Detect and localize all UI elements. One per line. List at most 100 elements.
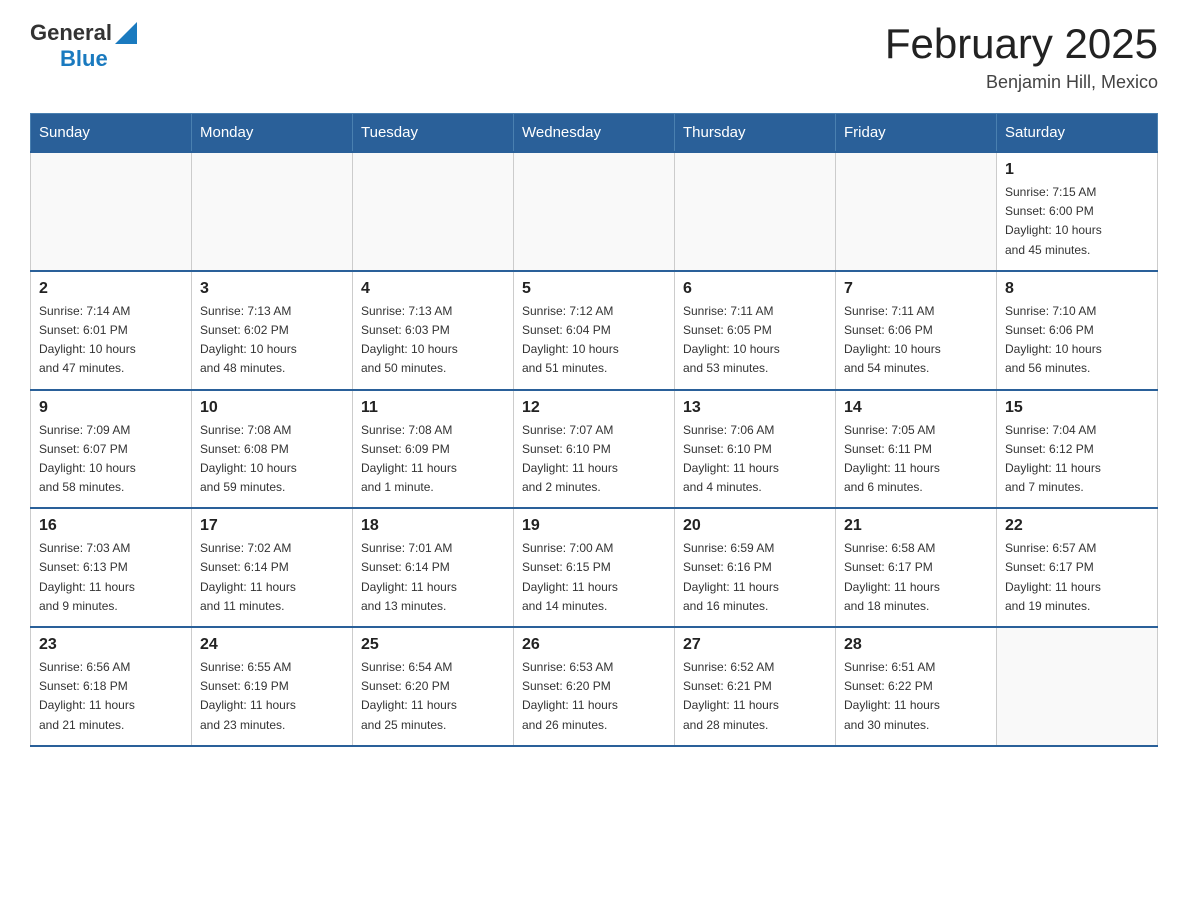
logo-blue-text: Blue <box>60 46 108 72</box>
calendar-cell: 17 Sunrise: 7:02 AMSunset: 6:14 PMDayligh… <box>192 508 353 627</box>
day-number: 21 <box>844 517 988 535</box>
day-number: 5 <box>522 280 666 298</box>
calendar-cell: 24 Sunrise: 6:55 AMSunset: 6:19 PMDayligh… <box>192 627 353 746</box>
calendar-cell <box>514 152 675 271</box>
day-of-week-header: Tuesday <box>353 114 514 153</box>
day-info: Sunrise: 7:02 AMSunset: 6:14 PMDaylight:… <box>200 539 344 616</box>
day-of-week-header: Wednesday <box>514 114 675 153</box>
day-number: 20 <box>683 517 827 535</box>
location-title: Benjamin Hill, Mexico <box>885 72 1158 93</box>
day-number: 28 <box>844 636 988 654</box>
day-info: Sunrise: 6:51 AMSunset: 6:22 PMDaylight:… <box>844 658 988 735</box>
day-info: Sunrise: 7:00 AMSunset: 6:15 PMDaylight:… <box>522 539 666 616</box>
day-number: 9 <box>39 399 183 417</box>
calendar-cell: 3 Sunrise: 7:13 AMSunset: 6:02 PMDaylight… <box>192 271 353 390</box>
calendar-table: SundayMondayTuesdayWednesdayThursdayFrid… <box>30 113 1158 747</box>
day-number: 25 <box>361 636 505 654</box>
calendar-cell: 10 Sunrise: 7:08 AMSunset: 6:08 PMDayligh… <box>192 390 353 509</box>
day-number: 13 <box>683 399 827 417</box>
logo: General Blue <box>30 20 137 72</box>
calendar-cell: 20 Sunrise: 6:59 AMSunset: 6:16 PMDayligh… <box>675 508 836 627</box>
calendar-cell: 2 Sunrise: 7:14 AMSunset: 6:01 PMDaylight… <box>31 271 192 390</box>
day-number: 19 <box>522 517 666 535</box>
day-number: 6 <box>683 280 827 298</box>
day-info: Sunrise: 7:10 AMSunset: 6:06 PMDaylight:… <box>1005 302 1149 379</box>
day-number: 26 <box>522 636 666 654</box>
day-info: Sunrise: 7:04 AMSunset: 6:12 PMDaylight:… <box>1005 421 1149 498</box>
day-info: Sunrise: 7:09 AMSunset: 6:07 PMDaylight:… <box>39 421 183 498</box>
calendar-cell: 6 Sunrise: 7:11 AMSunset: 6:05 PMDaylight… <box>675 271 836 390</box>
calendar-cell: 15Sunrise: 7:04 AMSunset: 6:12 PMDayligh… <box>997 390 1158 509</box>
calendar-week-row: 1 Sunrise: 7:15 AMSunset: 6:00 PMDaylight… <box>31 152 1158 271</box>
calendar-cell: 19 Sunrise: 7:00 AMSunset: 6:15 PMDayligh… <box>514 508 675 627</box>
day-number: 1 <box>1005 161 1149 179</box>
calendar-cell: 5 Sunrise: 7:12 AMSunset: 6:04 PMDaylight… <box>514 271 675 390</box>
calendar-cell <box>997 627 1158 746</box>
day-info: Sunrise: 7:01 AMSunset: 6:14 PMDaylight:… <box>361 539 505 616</box>
day-of-week-header: Monday <box>192 114 353 153</box>
day-number: 24 <box>200 636 344 654</box>
day-number: 11 <box>361 399 505 417</box>
calendar-cell: 11Sunrise: 7:08 AMSunset: 6:09 PMDayligh… <box>353 390 514 509</box>
day-info: Sunrise: 7:12 AMSunset: 6:04 PMDaylight:… <box>522 302 666 379</box>
calendar-cell: 13 Sunrise: 7:06 AMSunset: 6:10 PMDayligh… <box>675 390 836 509</box>
calendar-cell: 4 Sunrise: 7:13 AMSunset: 6:03 PMDaylight… <box>353 271 514 390</box>
day-info: Sunrise: 7:06 AMSunset: 6:10 PMDaylight:… <box>683 421 827 498</box>
day-number: 10 <box>200 399 344 417</box>
calendar-cell: 16Sunrise: 7:03 AMSunset: 6:13 PMDayligh… <box>31 508 192 627</box>
calendar-cell <box>836 152 997 271</box>
day-info: Sunrise: 6:55 AMSunset: 6:19 PMDaylight:… <box>200 658 344 735</box>
day-info: Sunrise: 7:11 AMSunset: 6:05 PMDaylight:… <box>683 302 827 379</box>
day-number: 23 <box>39 636 183 654</box>
day-of-week-header: Sunday <box>31 114 192 153</box>
logo-triangle-icon <box>115 22 137 44</box>
day-info: Sunrise: 6:58 AMSunset: 6:17 PMDaylight:… <box>844 539 988 616</box>
calendar-week-row: 23 Sunrise: 6:56 AMSunset: 6:18 PMDayligh… <box>31 627 1158 746</box>
day-number: 22 <box>1005 517 1149 535</box>
calendar-cell: 9 Sunrise: 7:09 AMSunset: 6:07 PMDaylight… <box>31 390 192 509</box>
logo-general-text: General <box>30 20 112 46</box>
day-number: 8 <box>1005 280 1149 298</box>
calendar-week-row: 16Sunrise: 7:03 AMSunset: 6:13 PMDayligh… <box>31 508 1158 627</box>
calendar-cell <box>675 152 836 271</box>
day-info: Sunrise: 7:14 AMSunset: 6:01 PMDaylight:… <box>39 302 183 379</box>
day-info: Sunrise: 7:08 AMSunset: 6:08 PMDaylight:… <box>200 421 344 498</box>
day-of-week-header: Saturday <box>997 114 1158 153</box>
day-info: Sunrise: 6:57 AMSunset: 6:17 PMDaylight:… <box>1005 539 1149 616</box>
day-info: Sunrise: 6:56 AMSunset: 6:18 PMDaylight:… <box>39 658 183 735</box>
day-info: Sunrise: 6:54 AMSunset: 6:20 PMDaylight:… <box>361 658 505 735</box>
page-header: General Blue February 2025 Benjamin Hill… <box>30 20 1158 93</box>
calendar-cell: 26 Sunrise: 6:53 AMSunset: 6:20 PMDayligh… <box>514 627 675 746</box>
day-info: Sunrise: 6:53 AMSunset: 6:20 PMDaylight:… <box>522 658 666 735</box>
calendar-header-row: SundayMondayTuesdayWednesdayThursdayFrid… <box>31 114 1158 153</box>
day-number: 7 <box>844 280 988 298</box>
calendar-cell: 23 Sunrise: 6:56 AMSunset: 6:18 PMDayligh… <box>31 627 192 746</box>
calendar-cell: 8 Sunrise: 7:10 AMSunset: 6:06 PMDaylight… <box>997 271 1158 390</box>
day-info: Sunrise: 7:07 AMSunset: 6:10 PMDaylight:… <box>522 421 666 498</box>
day-info: Sunrise: 7:15 AMSunset: 6:00 PMDaylight:… <box>1005 183 1149 260</box>
day-info: Sunrise: 6:52 AMSunset: 6:21 PMDaylight:… <box>683 658 827 735</box>
day-number: 18 <box>361 517 505 535</box>
calendar-cell: 18 Sunrise: 7:01 AMSunset: 6:14 PMDayligh… <box>353 508 514 627</box>
calendar-cell: 27Sunrise: 6:52 AMSunset: 6:21 PMDayligh… <box>675 627 836 746</box>
day-info: Sunrise: 7:13 AMSunset: 6:03 PMDaylight:… <box>361 302 505 379</box>
day-info: Sunrise: 7:11 AMSunset: 6:06 PMDaylight:… <box>844 302 988 379</box>
day-info: Sunrise: 7:05 AMSunset: 6:11 PMDaylight:… <box>844 421 988 498</box>
calendar-week-row: 2 Sunrise: 7:14 AMSunset: 6:01 PMDaylight… <box>31 271 1158 390</box>
day-number: 17 <box>200 517 344 535</box>
calendar-cell <box>353 152 514 271</box>
day-number: 12 <box>522 399 666 417</box>
calendar-cell: 22 Sunrise: 6:57 AMSunset: 6:17 PMDayligh… <box>997 508 1158 627</box>
day-number: 14 <box>844 399 988 417</box>
day-number: 4 <box>361 280 505 298</box>
month-title: February 2025 <box>885 20 1158 68</box>
day-number: 3 <box>200 280 344 298</box>
calendar-cell: 25 Sunrise: 6:54 AMSunset: 6:20 PMDayligh… <box>353 627 514 746</box>
day-info: Sunrise: 6:59 AMSunset: 6:16 PMDaylight:… <box>683 539 827 616</box>
day-number: 16 <box>39 517 183 535</box>
calendar-cell: 28 Sunrise: 6:51 AMSunset: 6:22 PMDayligh… <box>836 627 997 746</box>
calendar-cell <box>192 152 353 271</box>
day-number: 2 <box>39 280 183 298</box>
calendar-cell <box>31 152 192 271</box>
day-info: Sunrise: 7:13 AMSunset: 6:02 PMDaylight:… <box>200 302 344 379</box>
